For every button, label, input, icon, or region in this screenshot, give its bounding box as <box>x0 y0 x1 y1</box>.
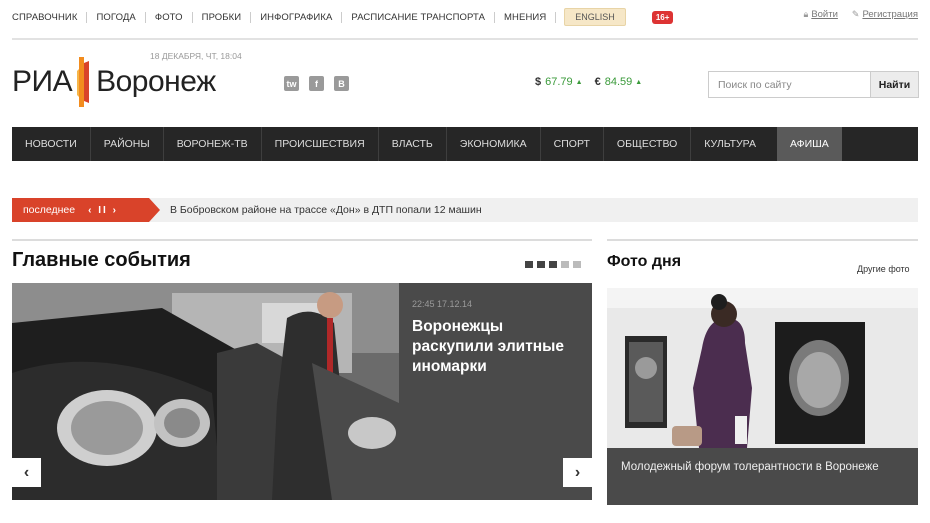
search-input[interactable] <box>709 72 870 97</box>
toplink-weather[interactable]: ПОГОДА <box>87 12 144 23</box>
main-nav: НОВОСТИ РАЙОНЫ ВОРОНЕЖ-ТВ ПРОИСШЕСТВИЯ В… <box>12 127 918 161</box>
nav-item-government[interactable]: ВЛАСТЬ <box>379 127 446 161</box>
slider-dot[interactable] <box>537 261 545 268</box>
twitter-icon[interactable]: tw <box>284 76 299 91</box>
photo-of-day-title: Фото дня <box>607 253 682 270</box>
main-events-slider: 22:45 17.12.14 Воронежцы раскупили элитн… <box>12 283 592 500</box>
rate-value: 84.59 <box>604 76 633 88</box>
nav-item-culture[interactable]: КУЛЬТУРА <box>691 127 769 161</box>
slider-next-button[interactable]: › <box>563 458 592 487</box>
english-version-button[interactable]: ENGLISH <box>564 8 626 26</box>
ticker-controls[interactable]: ‹ II › <box>88 205 118 216</box>
logo-text-ria: РИА <box>12 65 73 98</box>
login-link[interactable]: 🔒︎ Войти <box>804 9 838 20</box>
section-divider <box>12 239 592 241</box>
register-label: Регистрация <box>862 9 918 20</box>
pencil-icon: ✎ <box>851 9 860 19</box>
logo-text-city: Воронеж <box>96 65 216 98</box>
login-label: Войти <box>811 9 838 20</box>
slider-dot[interactable] <box>561 261 569 268</box>
toplink-directory[interactable]: СПРАВОЧНИК <box>12 12 86 23</box>
search-button[interactable]: Найти <box>870 72 918 97</box>
divider <box>555 11 557 23</box>
social-links: tw f В <box>284 76 359 91</box>
slider-dot[interactable] <box>573 261 581 268</box>
top-bar: СПРАВОЧНИК ПОГОДА ФОТО ПРОБКИ ИНФОГРАФИК… <box>12 7 918 27</box>
nav-item-districts[interactable]: РАЙОНЫ <box>91 127 163 161</box>
site-logo[interactable]: РИА Воронеж <box>12 57 216 107</box>
toplink-traffic[interactable]: ПРОБКИ <box>193 12 251 23</box>
top-links: СПРАВОЧНИК ПОГОДА ФОТО ПРОБКИ ИНФОГРАФИК… <box>12 11 557 23</box>
main-events-title: Главные события <box>12 249 191 271</box>
photo-of-day: Молодежный форум толерантности в Воронеж… <box>607 288 918 505</box>
currency-symbol: € <box>594 76 601 88</box>
slide-timestamp: 22:45 17.12.14 <box>412 299 473 309</box>
site-search: Найти <box>708 71 919 98</box>
nav-item-news[interactable]: НОВОСТИ <box>12 127 90 161</box>
toplink-infographics[interactable]: ИНФОГРАФИКА <box>251 12 341 23</box>
toplink-opinions[interactable]: МНЕНИЯ <box>495 12 555 23</box>
rate-usd: $ 67.79 ▲ <box>535 76 583 88</box>
rate-up-icon: ▲ <box>635 78 643 86</box>
toplink-transport-schedule[interactable]: РАСПИСАНИЕ ТРАНСПОРТА <box>342 12 494 23</box>
other-photos-link[interactable]: Другие фото <box>857 264 910 274</box>
nav-item-sport[interactable]: СПОРТ <box>541 127 603 161</box>
register-link[interactable]: ✎ Регистрация <box>852 9 918 20</box>
auth-links: 🔒︎ Войти ✎ Регистрация <box>790 9 918 20</box>
car-showroom-photo[interactable] <box>12 283 399 500</box>
ticker-label-text: последнее <box>23 204 76 216</box>
age-rating-badge: 16+ <box>651 10 674 24</box>
nav-item-society[interactable]: ОБЩЕСТВО <box>604 127 690 161</box>
logo-mark-icon <box>76 57 92 107</box>
rate-eur: € 84.59 ▲ <box>595 76 643 88</box>
rate-up-icon: ▲ <box>575 78 583 86</box>
exhibition-photo[interactable] <box>607 288 918 448</box>
nav-item-voronezh-tv[interactable]: ВОРОНЕЖ-ТВ <box>164 127 261 161</box>
rate-value: 67.79 <box>545 76 573 88</box>
top-divider <box>12 38 918 40</box>
news-ticker: последнее ‹ II › В Бобровском районе на … <box>12 198 918 222</box>
ticker-label: последнее ‹ II › <box>12 198 160 222</box>
slider-dot[interactable] <box>525 261 533 268</box>
ticker-headline[interactable]: В Бобровском районе на трассе «Дон» в ДТ… <box>170 204 482 216</box>
slider-prev-button[interactable]: ‹ <box>12 458 41 487</box>
vkontakte-icon[interactable]: В <box>334 76 349 91</box>
toplink-photo[interactable]: ФОТО <box>146 12 192 23</box>
nav-item-afisha[interactable]: АФИША <box>776 127 842 161</box>
section-divider <box>607 239 918 241</box>
nav-item-economy[interactable]: ЭКОНОМИКА <box>447 127 540 161</box>
slider-pagination <box>525 261 585 268</box>
nav-item-incidents[interactable]: ПРОИСШЕСТВИЯ <box>262 127 378 161</box>
slide-headline[interactable]: Воронежцы раскупили элитные иномарки <box>412 317 579 377</box>
currency-symbol: $ <box>535 76 542 88</box>
photo-caption[interactable]: Молодежный форум толерантности в Воронеж… <box>607 448 918 505</box>
facebook-icon[interactable]: f <box>309 76 324 91</box>
slider-dot[interactable] <box>549 261 557 268</box>
currency-rates: $ 67.79 ▲ € 84.59 ▲ <box>535 76 654 88</box>
lock-icon: 🔒︎ <box>803 9 809 19</box>
